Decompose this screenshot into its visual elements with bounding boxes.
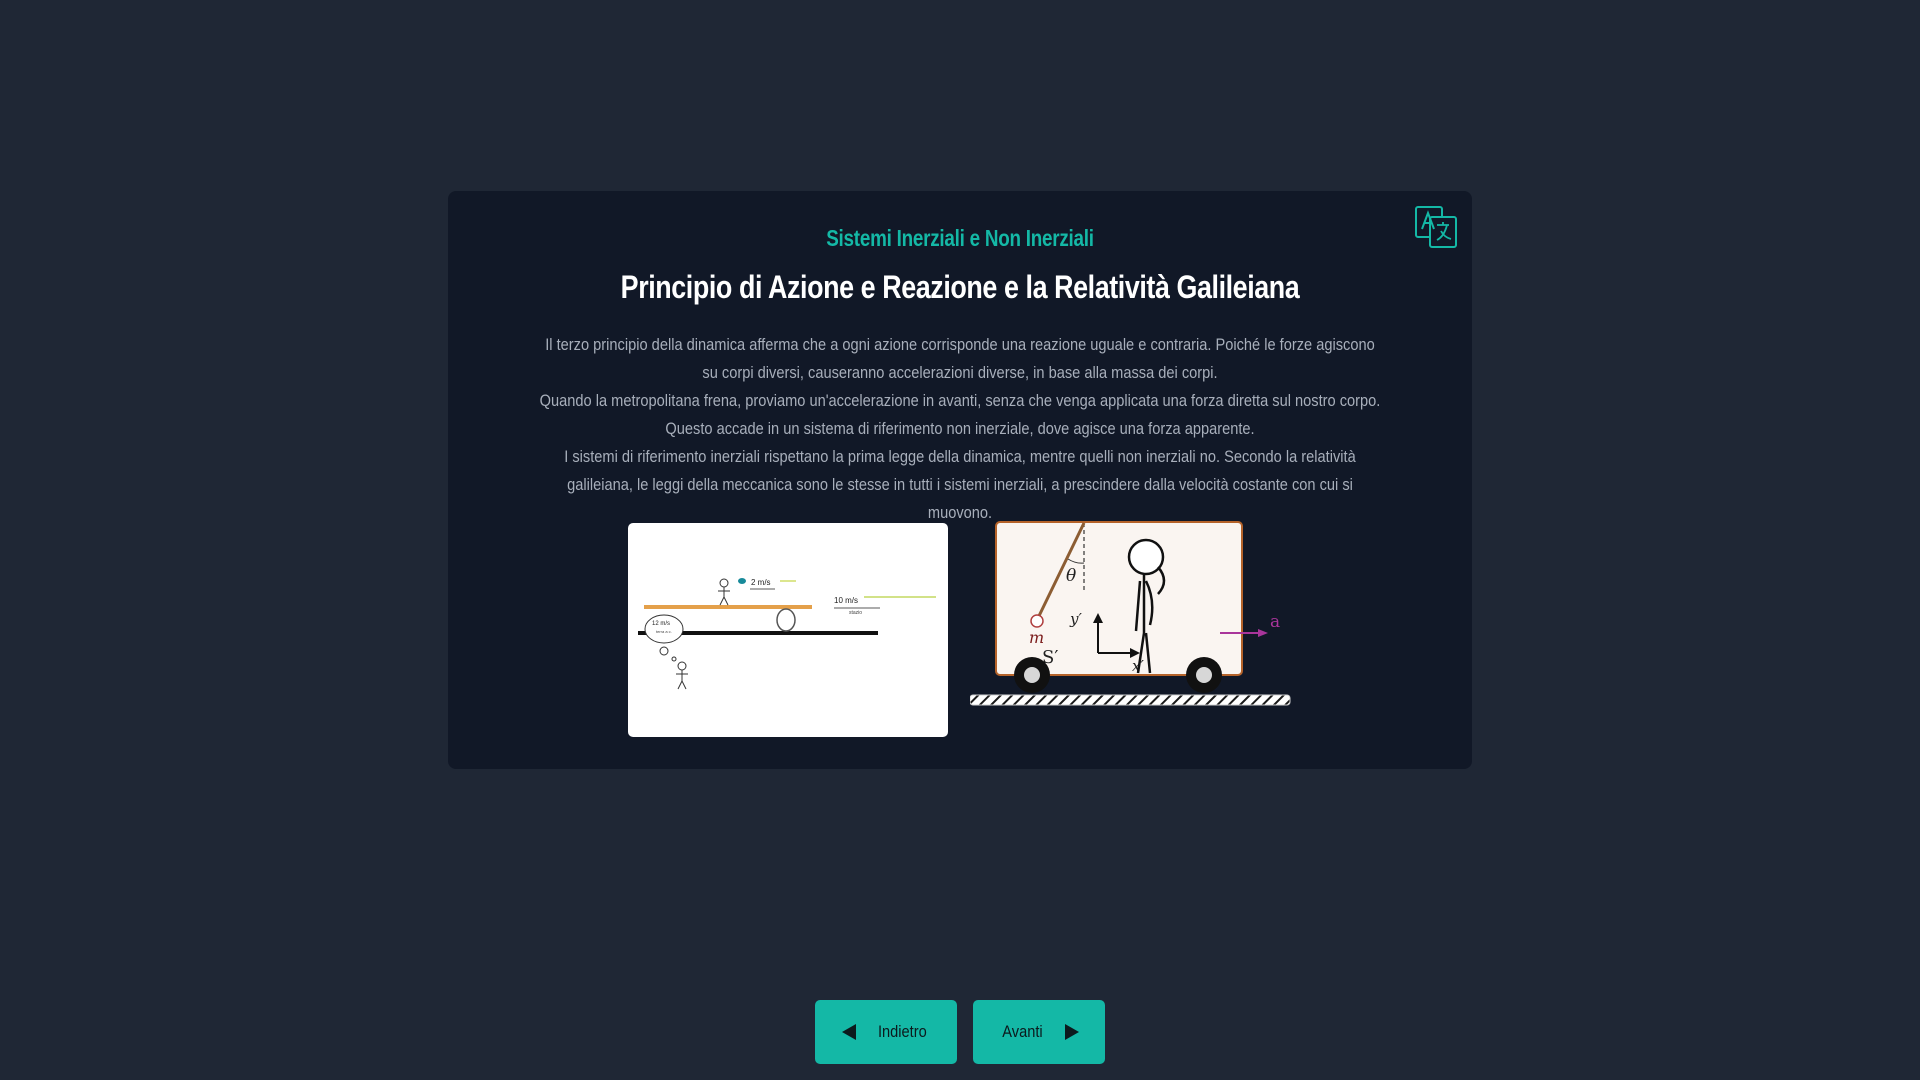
paragraph-galilean: I sistemi di riferimento inerziali rispe… (564, 447, 1356, 522)
back-button[interactable]: Indietro (815, 1000, 957, 1064)
accelerating-cart-figure: θ m y′ x′ S′ a (969, 521, 1296, 719)
next-button[interactable]: Avanti (973, 1000, 1105, 1064)
label-theta: θ (1066, 566, 1076, 586)
navigation-bar: Indietro Avanti (0, 1000, 1920, 1064)
cart-wheel-left-hub (1024, 667, 1040, 683)
train-relative-velocity-illustration: 2 m/s 10 m/s stazio 12 m/s terra a c. (638, 578, 936, 690)
page-title: Principio di Azione e Reazione e la Rela… (620, 269, 1300, 305)
label-acceleration: a (1270, 612, 1280, 632)
accelerating-cart-illustration: θ m y′ x′ S′ a (969, 521, 1291, 706)
label-mass: m (1029, 628, 1044, 647)
pendulum-mass (1030, 614, 1044, 628)
ground-hatch (969, 694, 1291, 706)
wheel (776, 608, 796, 632)
next-button-label: Avanti (1001, 1022, 1043, 1041)
ball (738, 578, 746, 584)
label-train-speed: 10 m/s (834, 596, 858, 605)
section-subtitle: Sistemi Inerziali e Non Inerziali (826, 225, 1094, 251)
content-card: Sistemi Inerziali e Non Inerziali Princi… (448, 191, 1472, 769)
label-observer-sub: terra a c. (656, 629, 672, 634)
label-observer-speed: 12 m/s (652, 621, 670, 627)
triangle-left-icon (841, 1024, 856, 1040)
cart-wheel-right-hub (1196, 667, 1212, 683)
label-person-speed: 2 m/s (751, 578, 771, 587)
triangle-right-icon (1065, 1024, 1080, 1040)
train-relative-velocity-figure: 2 m/s 10 m/s stazio 12 m/s terra a c. (628, 523, 948, 737)
label-y-prime: y′ (1069, 610, 1082, 628)
translate-icon[interactable] (1414, 205, 1458, 249)
label-train-sub: stazio (849, 610, 862, 616)
back-button-label: Indietro (877, 1022, 927, 1041)
person-on-train (718, 578, 730, 606)
ground-observer (659, 646, 688, 690)
paragraph-third-law: Il terzo principio della dinamica afferm… (545, 335, 1375, 382)
acceleration-arrowhead (1258, 629, 1268, 637)
body-text: Il terzo principio della dinamica afferm… (468, 331, 1452, 527)
paragraph-metro: Quando la metropolitana frena, proviamo … (539, 391, 1381, 438)
